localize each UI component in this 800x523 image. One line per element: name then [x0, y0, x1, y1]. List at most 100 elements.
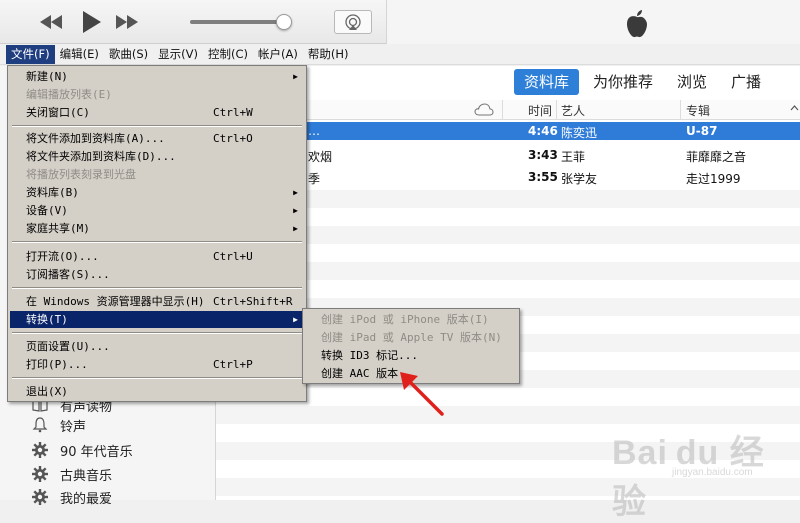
sidebar-item-classical[interactable]: 古典音乐 [30, 463, 112, 485]
rewind-button[interactable] [36, 8, 66, 36]
menu-file[interactable]: 文件(F) [6, 44, 55, 64]
player-toolbar [0, 0, 800, 44]
cell-album: 走过1999 [686, 172, 741, 186]
cell-time: 3:43 [528, 148, 558, 162]
file-menu-convert[interactable]: 转换(T) ▶ [10, 311, 304, 328]
file-menu-dropdown: 新建(N) ▶ 编辑播放列表(E) 关闭窗口(C) Ctrl+W 将文件添加到资料库… [7, 65, 307, 402]
menu-help[interactable]: 帮助(H) [303, 45, 354, 64]
cell-artist: 王菲 [561, 150, 586, 164]
menu-controls[interactable]: 控制(C) [203, 45, 253, 64]
file-menu-home-sharing[interactable]: 家庭共享(M) ▶ [10, 220, 304, 237]
sidebar-item-favorites[interactable]: 我的最爱 [30, 486, 112, 508]
menu-item-label: 在 Windows 资源管理器中显示(H) [26, 295, 205, 308]
submenu-arrow-icon: ▶ [293, 224, 298, 233]
rewind-icon [40, 15, 62, 29]
menu-shortcut: Ctrl+U [213, 250, 253, 263]
nav-tabs: 资料库 为你推荐 浏览 广播 [514, 69, 775, 95]
play-icon [83, 11, 101, 33]
file-menu-page-setup[interactable]: 页面设置(U)... [10, 338, 304, 355]
baidu-watermark: Bai du 经验 jingyan.baidu.com [612, 425, 792, 521]
cell-time: 4:46 [528, 124, 558, 138]
red-arrow-annotation [400, 372, 444, 416]
file-menu-burn-playlist[interactable]: 将播放列表刻录到光盘 [10, 166, 304, 183]
cell-title: 欢烟 [308, 150, 333, 164]
menu-item-label: 页面设置(U)... [26, 340, 110, 353]
menu-separator [12, 332, 302, 334]
cell-time: 3:55 [528, 170, 558, 184]
menu-item-label: 打开流(O)... [26, 250, 99, 263]
fast-forward-button[interactable] [112, 8, 142, 36]
bell-icon [30, 417, 50, 433]
file-menu-show-in-explorer[interactable]: 在 Windows 资源管理器中显示(H) Ctrl+Shift+R [10, 293, 304, 310]
file-menu-new[interactable]: 新建(N) ▶ [10, 68, 304, 85]
column-header-time[interactable]: 时间 [528, 102, 552, 119]
file-menu-close-window[interactable]: 关闭窗口(C) Ctrl+W [10, 104, 304, 121]
sort-ascending-icon [790, 105, 799, 111]
cell-album: 菲靡靡之音 [686, 150, 747, 164]
menu-separator [12, 377, 302, 379]
submenu-create-ipod-version[interactable]: 创建 iPod 或 iPhone 版本(I) [305, 311, 517, 328]
menu-song[interactable]: 歌曲(S) [104, 45, 153, 64]
volume-slider-thumb[interactable] [276, 14, 292, 30]
menu-item-label: 打印(P)... [26, 358, 88, 371]
menu-item-label: 新建(N) [26, 70, 68, 83]
file-menu-library[interactable]: 资料库(B) ▶ [10, 184, 304, 201]
menu-item-label: 设备(V) [26, 204, 68, 217]
airplay-button[interactable] [334, 10, 372, 34]
cell-album: U-87 [686, 124, 718, 138]
icloud-icon[interactable] [474, 103, 494, 116]
file-menu-add-folder[interactable]: 将文件夹添加到资料库(D)... [10, 148, 304, 165]
tab-for-you[interactable]: 为你推荐 [583, 69, 663, 95]
gear-icon [30, 465, 50, 483]
menu-item-label: 编辑播放列表(E) [26, 88, 112, 101]
fast-forward-icon [116, 15, 138, 29]
airplay-icon [345, 14, 361, 30]
apple-logo-icon [627, 10, 647, 38]
sidebar-item-label: 我的最爱 [60, 491, 113, 507]
play-button[interactable] [76, 8, 106, 36]
column-header-album[interactable]: 专辑 [686, 102, 710, 119]
cell-title: … [308, 124, 320, 138]
menu-account[interactable]: 帐户(A) [253, 45, 303, 64]
menu-shortcut: Ctrl+Shift+R [213, 295, 293, 308]
menu-view[interactable]: 显示(V) [153, 45, 203, 64]
menu-shortcut: Ctrl+P [213, 358, 253, 371]
menu-bar: 文件(F) 编辑(E) 歌曲(S) 显示(V) 控制(C) 帐户(A) 帮助(H… [0, 44, 800, 65]
menu-item-label: 转换(T) [26, 313, 68, 326]
menu-item-label: 将文件夹添加到资料库(D)... [26, 150, 176, 163]
submenu-convert-id3-tags[interactable]: 转换 ID3 标记... [305, 347, 517, 364]
file-menu-devices[interactable]: 设备(V) ▶ [10, 202, 304, 219]
tab-radio[interactable]: 广播 [721, 69, 771, 95]
column-header-artist[interactable]: 艺人 [561, 102, 585, 119]
menu-item-label: 订阅播客(S)... [26, 268, 110, 281]
submenu-create-ipad-version[interactable]: 创建 iPad 或 Apple TV 版本(N) [305, 329, 517, 346]
gear-icon [30, 441, 50, 459]
tab-browse[interactable]: 浏览 [667, 69, 717, 95]
file-menu-add-file[interactable]: 将文件添加到资料库(A)... Ctrl+O [10, 130, 304, 147]
file-menu-subscribe-podcast[interactable]: 订阅播客(S)... [10, 266, 304, 283]
empty-row [216, 406, 800, 424]
file-menu-edit-playlist[interactable]: 编辑播放列表(E) [10, 86, 304, 103]
menu-shortcut: Ctrl+O [213, 132, 253, 145]
file-menu-exit[interactable]: 退出(X) [10, 383, 304, 400]
menu-item-label: 将播放列表刻录到光盘 [26, 168, 136, 181]
now-playing-display [386, 0, 800, 44]
cell-artist: 陈奕迅 [561, 126, 598, 140]
cell-artist: 张学友 [561, 172, 598, 186]
sidebar-item-label: 铃声 [60, 419, 87, 435]
file-menu-open-stream[interactable]: 打开流(O)... Ctrl+U [10, 248, 304, 265]
submenu-arrow-icon: ▶ [293, 72, 298, 81]
gear-icon [30, 488, 50, 506]
menu-shortcut: Ctrl+W [213, 106, 253, 119]
sidebar-item-90s-music[interactable]: 90 年代音乐 [30, 439, 133, 461]
menu-item-label: 资料库(B) [26, 186, 79, 199]
volume-slider-track[interactable] [190, 20, 286, 24]
tab-library[interactable]: 资料库 [514, 69, 580, 95]
sidebar-item-label: 90 年代音乐 [60, 444, 133, 460]
menu-item-label: 家庭共享(M) [26, 222, 90, 235]
file-menu-print[interactable]: 打印(P)... Ctrl+P [10, 356, 304, 373]
menu-edit[interactable]: 编辑(E) [55, 45, 104, 64]
menu-item-label: 退出(X) [26, 385, 68, 398]
cell-title: 季 [308, 172, 321, 186]
sidebar-item-ringtones[interactable]: 铃声 [30, 414, 86, 436]
